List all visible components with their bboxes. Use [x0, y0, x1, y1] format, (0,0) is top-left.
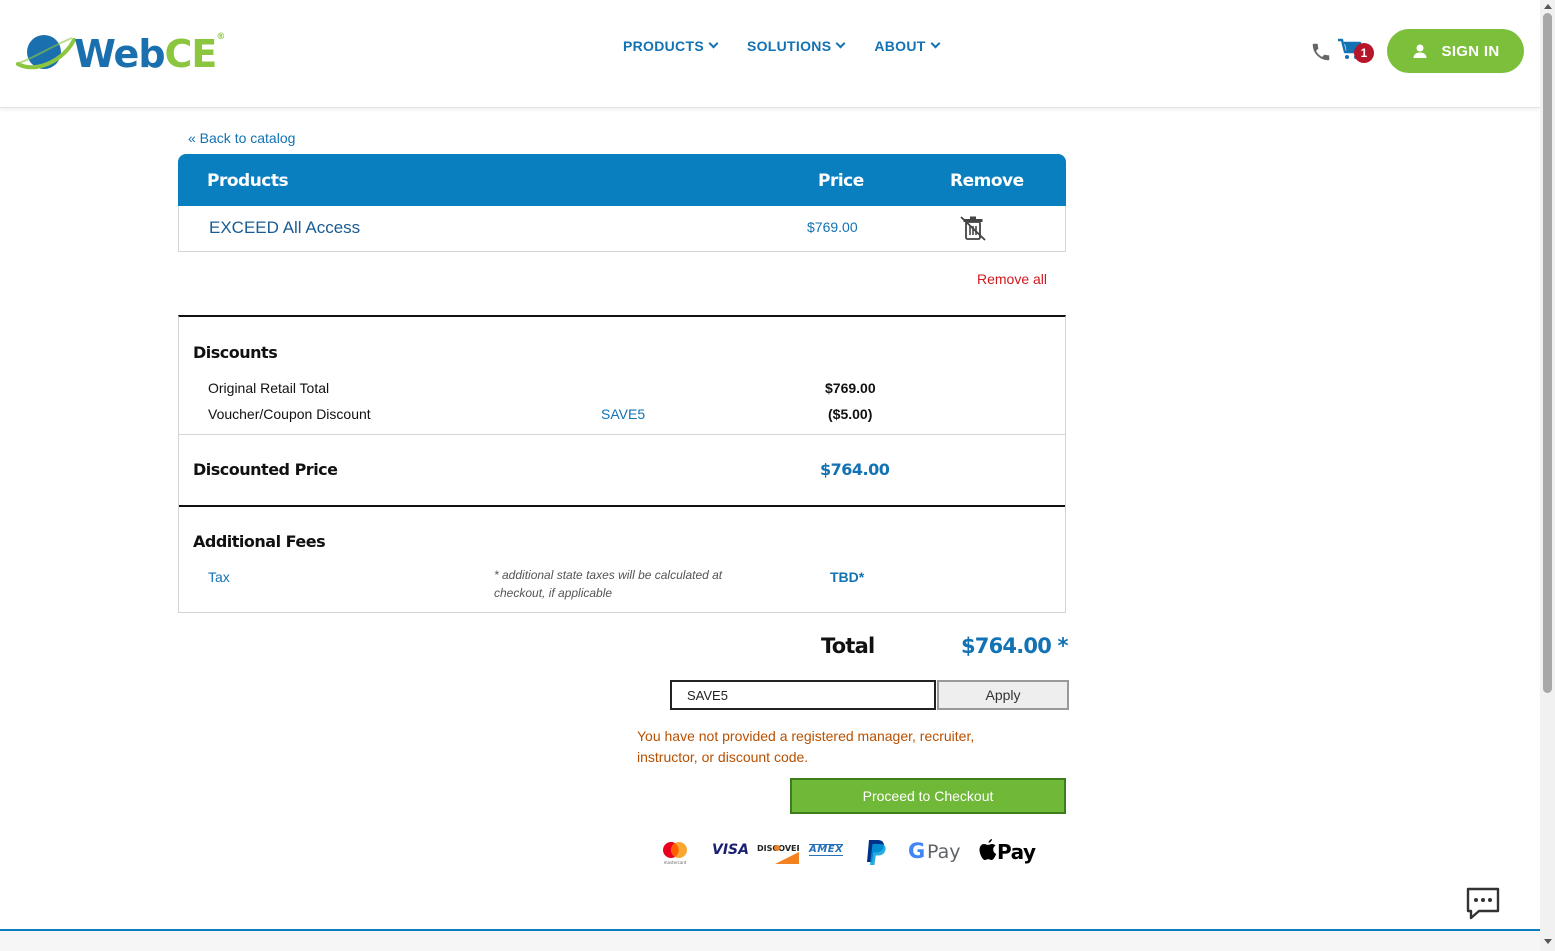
voucher-code: SAVE5	[601, 406, 646, 422]
sign-in-button[interactable]: SIGN IN	[1387, 29, 1524, 73]
divider	[179, 434, 1065, 435]
header-price: Price	[818, 171, 864, 191]
mastercard-label: mastercard	[664, 860, 687, 865]
voucher-value: ($5.00)	[828, 406, 873, 422]
amex-icon: AMEX	[809, 844, 844, 856]
proceed-to-checkout-button[interactable]: Proceed to Checkout	[790, 778, 1066, 814]
product-price: $769.00	[807, 219, 858, 235]
site-header: WebCE® PRODUCTS SOLUTIONS ABOUT 1 SIGN I…	[0, 0, 1540, 108]
voucher-label: Voucher/Coupon Discount	[208, 406, 371, 422]
brand-part1: Web	[74, 32, 166, 76]
discounted-price-value: $764.00	[820, 460, 890, 479]
discount-warning-message: You have not provided a registered manag…	[637, 728, 975, 765]
table-row: EXCEED All Access $769.00	[178, 206, 1066, 252]
nav-about[interactable]: ABOUT	[874, 38, 941, 54]
webce-logo[interactable]: WebCE®	[16, 30, 241, 76]
main-nav: PRODUCTS SOLUTIONS ABOUT	[623, 38, 941, 54]
total-label: Total	[821, 634, 875, 658]
mastercard-icon: mastercard	[660, 838, 690, 866]
vertical-scrollbar[interactable]	[1540, 0, 1555, 951]
apply-coupon-button[interactable]: Apply	[937, 680, 1069, 710]
coupon-input[interactable]	[670, 680, 936, 710]
paypal-icon	[864, 838, 888, 866]
google-pay-icon: G Pay	[908, 838, 961, 866]
nav-products[interactable]: PRODUCTS	[623, 38, 719, 54]
chevron-down-icon	[708, 38, 719, 49]
registered-mark: ®	[216, 32, 225, 42]
nav-products-label: PRODUCTS	[623, 38, 704, 54]
remove-all-link[interactable]: Remove all	[977, 271, 1047, 287]
brand-part2: CE	[164, 32, 218, 76]
apple-icon	[979, 839, 997, 860]
google-pay-g: G	[908, 839, 926, 863]
user-icon	[1413, 44, 1427, 58]
sign-in-label: SIGN IN	[1441, 42, 1500, 60]
discounted-price-label: Discounted Price	[193, 460, 338, 479]
visa-icon: VISA	[712, 842, 749, 858]
cart-count-badge: 1	[1354, 43, 1374, 63]
nav-solutions[interactable]: SOLUTIONS	[746, 38, 846, 54]
chevron-down-icon	[930, 38, 941, 49]
tax-value: TBD*	[830, 569, 865, 585]
products-table-header: Products Price Remove	[178, 154, 1066, 206]
globe-icon	[16, 35, 76, 70]
scroll-down-arrow-icon[interactable]	[1544, 939, 1552, 944]
brand-name: WebCE®	[74, 32, 225, 76]
original-total-value: $769.00	[825, 380, 876, 396]
footer	[0, 931, 1540, 951]
nav-solutions-label: SOLUTIONS	[746, 38, 832, 54]
google-pay-label: Pay	[927, 841, 961, 863]
discover-icon: DISCOVER	[757, 838, 803, 866]
header-products: Products	[207, 171, 289, 191]
nav-about-label: ABOUT	[874, 38, 926, 54]
product-name-link[interactable]: EXCEED All Access	[209, 218, 360, 238]
trash-icon[interactable]	[959, 214, 987, 242]
discounts-title: Discounts	[193, 343, 278, 362]
scroll-thumb[interactable]	[1543, 13, 1552, 693]
total-value: $764.00 *	[961, 634, 1069, 658]
order-summary: Discounts Original Retail Total $769.00 …	[178, 315, 1066, 613]
scroll-up-arrow-icon[interactable]	[1544, 4, 1552, 9]
phone-icon[interactable]	[1310, 40, 1332, 64]
original-total-label: Original Retail Total	[208, 380, 330, 396]
section-divider	[179, 505, 1065, 507]
chevron-down-icon	[835, 38, 846, 49]
header-remove: Remove	[950, 171, 1024, 191]
apple-pay-icon: Pay	[978, 838, 1036, 866]
back-to-catalog-link[interactable]: « Back to catalog	[188, 130, 295, 146]
tax-label: Tax	[208, 569, 230, 585]
chat-icon[interactable]	[1465, 886, 1501, 920]
additional-fees-title: Additional Fees	[193, 532, 326, 551]
cart-page: WebCE® PRODUCTS SOLUTIONS ABOUT 1 SIGN I…	[0, 0, 1555, 951]
tax-note: * additional state taxes will be calcula…	[494, 568, 723, 600]
apple-pay-label: Pay	[997, 840, 1036, 864]
